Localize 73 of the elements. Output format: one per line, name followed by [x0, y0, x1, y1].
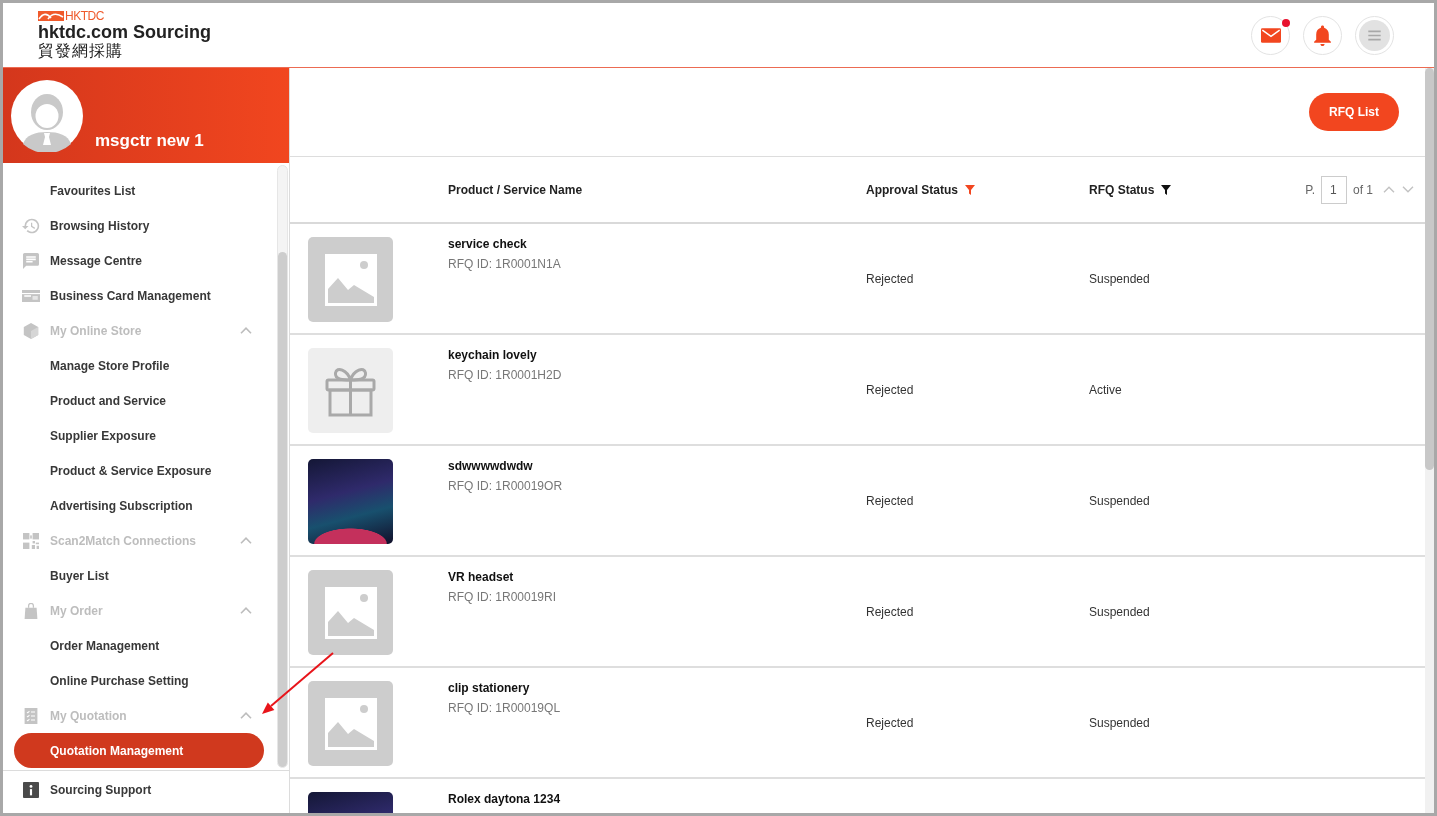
menu-item[interactable]: Sourcing Support	[14, 772, 276, 807]
info-icon	[22, 781, 40, 798]
menu-item[interactable]: Product & Service Exposure	[14, 453, 264, 488]
rfq-id: RFQ ID: 1R0001H2D	[448, 367, 562, 383]
menu-button[interactable]	[1355, 15, 1394, 55]
cube-icon	[22, 322, 40, 339]
page-label: P.	[1305, 182, 1315, 197]
scrollbar-thumb[interactable]	[278, 252, 287, 767]
logo-icon	[38, 11, 64, 21]
menu-item[interactable]: Manage Store Profile	[14, 348, 264, 383]
chevron-down-icon	[1402, 186, 1414, 193]
chevron-up-icon	[1383, 186, 1395, 193]
page-count: of 1	[1353, 182, 1373, 197]
menu-item[interactable]: Online Purchase Setting	[14, 663, 264, 698]
rfq-status: Suspended	[1089, 271, 1150, 286]
menu-item[interactable]: Supplier Exposure	[14, 418, 264, 453]
rfq-status: Suspended	[1089, 715, 1150, 730]
menu-icon	[1359, 19, 1390, 51]
menu-item[interactable]: Order Management	[14, 628, 264, 663]
approval-status: Rejected	[866, 715, 914, 730]
business-card-icon	[22, 287, 40, 304]
rfq-id: RFQ ID: 1R0001N1A	[448, 256, 561, 272]
previous-page-button[interactable]	[1383, 186, 1395, 193]
column-header: Approval Status	[866, 182, 958, 197]
approval-status: Rejected	[866, 271, 914, 286]
menu-item[interactable]: Advertising Subscription	[14, 488, 264, 523]
product-name: VR headset	[448, 569, 514, 585]
rfq-status: Suspended	[1089, 604, 1150, 619]
image-placeholder-icon	[308, 570, 393, 655]
site-title: hktdc.com Sourcing	[38, 23, 212, 42]
rfq-id: RFQ ID: 1R00019OR	[448, 478, 563, 494]
rfq-status: Suspended	[1089, 493, 1150, 508]
product-name: service check	[448, 236, 527, 252]
product-name: clip stationery	[448, 680, 530, 696]
bell-icon	[1314, 24, 1331, 46]
page-input[interactable]: 1	[1321, 175, 1347, 204]
history-icon	[22, 217, 40, 234]
qr-code-icon	[22, 532, 40, 549]
notifications-button[interactable]	[1303, 15, 1342, 55]
avatar-icon	[11, 79, 83, 152]
site-subtitle: 貿發網採購	[38, 42, 123, 60]
scrollbar-thumb[interactable]	[1425, 68, 1434, 471]
mail-button[interactable]	[1251, 15, 1290, 55]
chat-icon	[22, 252, 40, 269]
profile-name: msgctr new 1	[95, 131, 204, 151]
image-placeholder-icon	[308, 681, 393, 766]
gift-icon	[308, 348, 393, 433]
menu-item[interactable]: Buyer List	[14, 558, 264, 593]
menu-item[interactable]: Quotation Management	[14, 733, 264, 768]
approval-status: Rejected	[866, 493, 914, 508]
column-header: Product / Service Name	[448, 182, 583, 197]
column-header: RFQ Status	[1089, 182, 1155, 197]
approval-status: Rejected	[866, 382, 914, 397]
mail-icon	[1260, 27, 1281, 43]
product-name: keychain lovely	[448, 347, 537, 363]
approval-status: Rejected	[866, 604, 914, 619]
filter-icon[interactable]	[1161, 184, 1172, 195]
product-name: sdwwwwdwdw	[448, 458, 533, 474]
next-page-button[interactable]	[1402, 186, 1414, 193]
menu-item[interactable]: Product and Service	[14, 383, 264, 418]
shopping-bag-icon	[22, 602, 40, 619]
brand-name: HKTDC	[65, 10, 104, 22]
menu-item[interactable]: Business Card Management	[14, 278, 264, 313]
rfq-status: Active	[1089, 382, 1122, 397]
image-placeholder-icon	[308, 237, 393, 322]
menu-item[interactable]: Favourites List	[14, 173, 264, 208]
rfq-id: RFQ ID: 1R00019QL	[448, 700, 561, 716]
menu-item[interactable]: Browsing History	[14, 208, 264, 243]
rfq-id: RFQ ID: 1R00019RI	[448, 589, 557, 605]
rfq-list-button[interactable]: RFQ List	[1309, 93, 1399, 131]
checklist-icon	[22, 707, 40, 724]
menu-item[interactable]: Message Centre	[14, 243, 264, 278]
product-name: Rolex daytona 1234	[448, 791, 561, 807]
